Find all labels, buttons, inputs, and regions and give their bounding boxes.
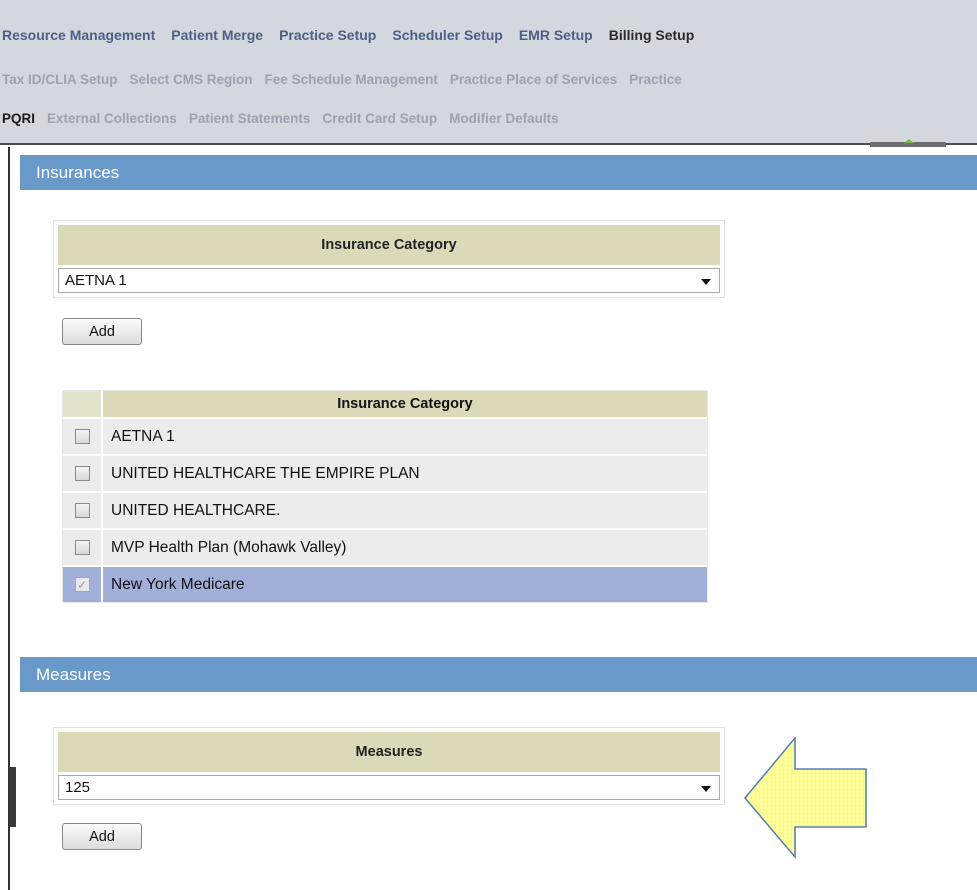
list-item[interactable]: MVP Health Plan (Mohawk Valley) bbox=[63, 528, 707, 565]
list-item[interactable]: UNITED HEALTHCARE THE EMPIRE PLAN bbox=[63, 454, 707, 491]
sub-tabs-row-2: PQRI External Collections Patient Statem… bbox=[0, 103, 977, 133]
row-checkbox[interactable] bbox=[74, 466, 90, 481]
subtab-fee-schedule-management[interactable]: Fee Schedule Management bbox=[259, 72, 444, 87]
subtab-external-collections[interactable]: External Collections bbox=[41, 111, 183, 126]
insurance-category-list: Insurance Category AETNA 1 UNITED HEALTH… bbox=[62, 390, 708, 603]
tab-resource-management[interactable]: Resource Management bbox=[0, 27, 163, 43]
top-navigation: Resource Management Patient Merge Practi… bbox=[0, 0, 977, 145]
subtab-pqri[interactable]: PQRI bbox=[0, 111, 41, 126]
tab-emr-setup[interactable]: EMR Setup bbox=[511, 27, 601, 43]
tab-patient-merge[interactable]: Patient Merge bbox=[163, 27, 271, 43]
subtab-patient-statements[interactable]: Patient Statements bbox=[183, 111, 317, 126]
subtab-practice[interactable]: Practice bbox=[623, 72, 688, 87]
left-arrow-callout-icon bbox=[743, 737, 867, 859]
insurance-category-header: Insurance Category bbox=[58, 225, 720, 265]
list-item[interactable]: UNITED HEALTHCARE. bbox=[63, 491, 707, 528]
measures-select[interactable]: 125 bbox=[58, 775, 720, 800]
list-item[interactable]: AETNA 1 bbox=[63, 417, 707, 454]
add-measure-button[interactable]: Add bbox=[62, 823, 142, 850]
measures-value: 125 bbox=[65, 779, 91, 796]
tab-practice-setup[interactable]: Practice Setup bbox=[271, 27, 384, 43]
list-item-label: New York Medicare bbox=[111, 575, 245, 593]
add-insurance-button[interactable]: Add bbox=[62, 318, 142, 345]
tab-billing-setup[interactable]: Billing Setup bbox=[601, 27, 703, 43]
insurance-category-panel: Insurance Category AETNA 1 bbox=[53, 220, 725, 298]
insurance-category-value: AETNA 1 bbox=[65, 272, 127, 289]
list-item-label: UNITED HEALTHCARE THE EMPIRE PLAN bbox=[111, 464, 420, 482]
tab-scheduler-setup[interactable]: Scheduler Setup bbox=[384, 27, 510, 43]
row-checkbox-checked[interactable]: ✓ bbox=[74, 577, 90, 592]
measures-panel: Measures 125 bbox=[53, 727, 725, 805]
measures-section-header: Measures bbox=[20, 657, 977, 692]
subtab-tax-id-clia-setup[interactable]: Tax ID/CLIA Setup bbox=[0, 72, 124, 87]
list-item-label: AETNA 1 bbox=[111, 427, 175, 445]
list-item-selected[interactable]: ✓ New York Medicare bbox=[63, 565, 707, 602]
subtab-modifier-defaults[interactable]: Modifier Defaults bbox=[443, 111, 565, 126]
insurance-list-title: Insurance Category bbox=[103, 391, 707, 417]
subtab-credit-card-setup[interactable]: Credit Card Setup bbox=[316, 111, 443, 126]
row-checkbox[interactable] bbox=[74, 429, 90, 444]
chevron-down-icon bbox=[701, 786, 711, 792]
checkbox-column-header bbox=[63, 391, 103, 417]
measures-header: Measures bbox=[58, 732, 720, 772]
sub-tabs-row-1: Tax ID/CLIA Setup Select CMS Region Fee … bbox=[0, 64, 977, 94]
main-tabs: Resource Management Patient Merge Practi… bbox=[0, 17, 977, 53]
chevron-down-icon bbox=[701, 279, 711, 285]
row-checkbox[interactable] bbox=[74, 503, 90, 518]
row-checkbox[interactable] bbox=[74, 540, 90, 555]
subtab-practice-place-of-services[interactable]: Practice Place of Services bbox=[444, 72, 623, 87]
list-item-label: MVP Health Plan (Mohawk Valley) bbox=[111, 538, 347, 556]
insurance-list-header: Insurance Category bbox=[63, 391, 707, 417]
subtab-select-cms-region[interactable]: Select CMS Region bbox=[124, 72, 259, 87]
insurance-category-select[interactable]: AETNA 1 bbox=[58, 268, 720, 293]
list-item-label: UNITED HEALTHCARE. bbox=[111, 501, 281, 519]
insurances-section-header: Insurances bbox=[20, 155, 977, 190]
frame-gutter bbox=[10, 767, 16, 827]
